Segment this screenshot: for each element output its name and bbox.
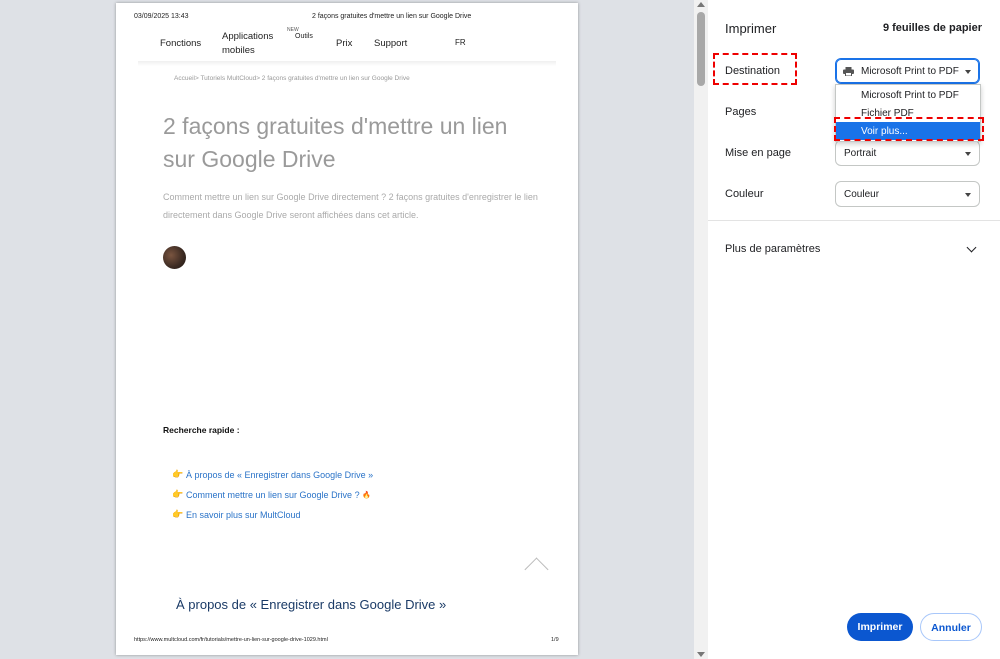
toc-link-1[interactable]: À propos de « Enregistrer dans Google Dr… — [186, 470, 373, 480]
nav-fonctions: Fonctions — [160, 38, 202, 49]
color-select[interactable]: Couleur — [835, 181, 980, 207]
color-value: Couleur — [844, 189, 880, 200]
pages-label: Pages — [725, 106, 757, 118]
panel-divider — [708, 220, 1000, 221]
toc-link-2[interactable]: Comment mettre un lien sur Google Drive … — [186, 490, 360, 500]
header-date: 03/09/2025 13:43 — [134, 13, 189, 20]
annotation-box-see-more — [834, 117, 984, 141]
nav-support: Support — [374, 38, 408, 49]
nav-language: FR — [455, 38, 466, 47]
layout-select[interactable]: Portrait — [835, 140, 980, 166]
more-settings-label[interactable]: Plus de paramètres — [725, 243, 820, 255]
annotation-box-destination — [713, 53, 797, 85]
pointing-hand-icon: 👉 — [172, 469, 184, 479]
header-title: 2 façons gratuites d'mettre un lien sur … — [312, 13, 472, 20]
scroll-up-arrow-icon[interactable] — [697, 2, 705, 7]
pointing-hand-icon: 👉 — [172, 489, 184, 499]
scroll-top-chevron-icon — [524, 557, 549, 582]
author-avatar — [163, 246, 186, 269]
destination-select[interactable]: Microsoft Print to PDF — [835, 58, 980, 84]
footer-url: https://www.multcloud.com/fr/tutorials/m… — [134, 637, 328, 643]
panel-title: Imprimer — [725, 21, 777, 36]
breadcrumb: Accueil> Tutoriels MultCloud> 2 façons g… — [174, 75, 410, 82]
fire-icon: 🔥 — [362, 492, 371, 499]
toc-link-3[interactable]: En savoir plus sur MultCloud — [186, 510, 301, 520]
nav-divider — [138, 61, 556, 66]
printer-icon — [843, 67, 854, 76]
scroll-down-arrow-icon[interactable] — [697, 652, 705, 657]
nav-applications: Applications — [222, 31, 274, 42]
dropdown-caret-icon — [965, 70, 971, 74]
layout-value: Portrait — [844, 148, 877, 159]
sheet-count: 9 feuilles de papier — [882, 22, 982, 34]
print-settings-panel: Imprimer 9 feuilles de papier Destinatio… — [708, 0, 1000, 659]
destination-value: Microsoft Print to PDF — [861, 66, 959, 77]
chevron-down-icon[interactable] — [966, 242, 977, 253]
article-description: Comment mettre un lien sur Google Drive … — [163, 192, 538, 220]
preview-scrollbar[interactable] — [694, 0, 708, 659]
nav-outils: Outils — [295, 33, 313, 40]
layout-label: Mise en page — [725, 147, 792, 159]
article-title: 2 façons gratuites d'mettre un lien sur … — [163, 113, 508, 172]
section-heading: À propos de « Enregistrer dans Google Dr… — [176, 597, 447, 612]
destination-option-print-to-pdf[interactable]: Microsoft Print to PDF — [836, 86, 980, 104]
quick-search-heading: Recherche rapide : — [163, 425, 240, 435]
preview-page: 03/09/2025 13:43 2 façons gratuites d'me… — [116, 3, 578, 655]
scrollbar-thumb[interactable] — [697, 12, 705, 86]
nav-prix: Prix — [336, 38, 353, 49]
pointing-hand-icon: 👉 — [172, 509, 184, 519]
footer-page-number: 1/9 — [551, 637, 559, 643]
color-label: Couleur — [725, 188, 764, 200]
cancel-button[interactable]: Annuler — [920, 613, 982, 641]
dropdown-caret-icon — [965, 152, 971, 156]
nav-applications-line2: mobiles — [222, 45, 255, 56]
print-button[interactable]: Imprimer — [847, 613, 913, 641]
dropdown-caret-icon — [965, 193, 971, 197]
print-preview-area: 03/09/2025 13:43 2 façons gratuites d'me… — [0, 0, 694, 659]
